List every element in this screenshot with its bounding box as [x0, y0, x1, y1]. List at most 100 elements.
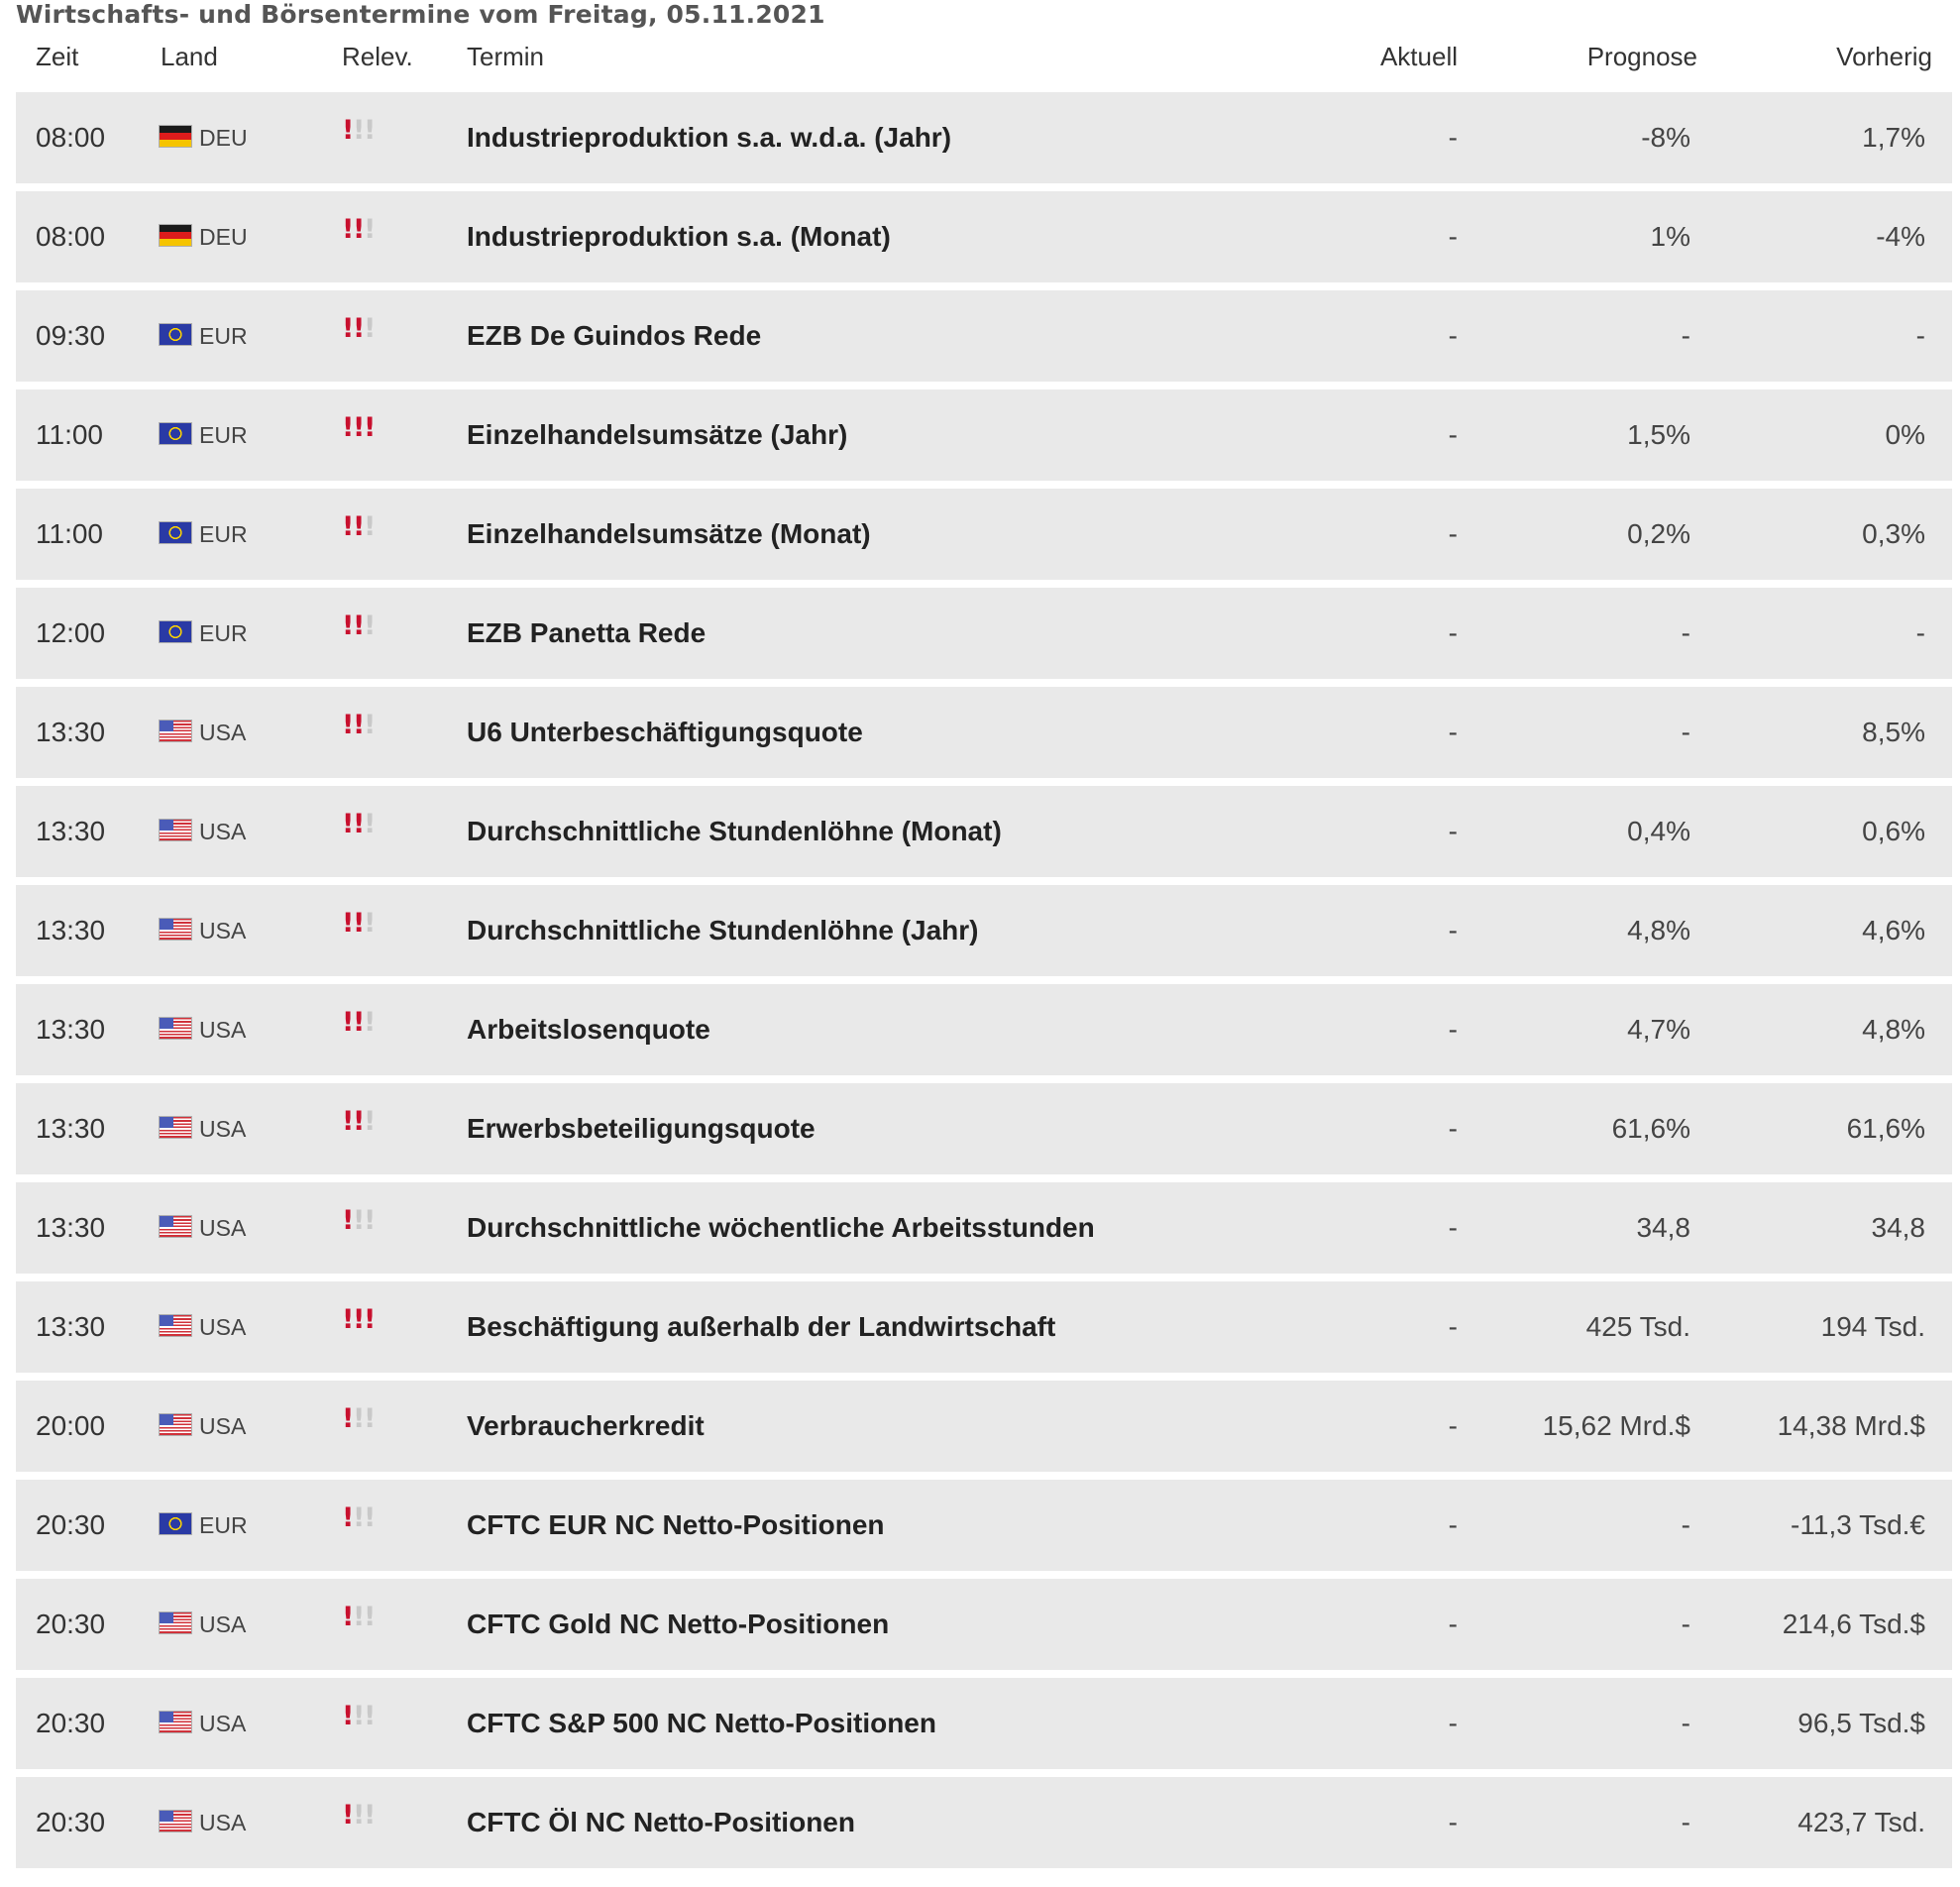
table-row[interactable]: 13:30 USA!!! Durchschnittliche Stundenlöhn… — [16, 786, 1952, 877]
value-aktuell: - — [1448, 1509, 1458, 1540]
value-prognose: -8% — [1641, 122, 1690, 153]
header-land[interactable]: Land — [161, 42, 218, 72]
header-relevance[interactable]: Relev. — [342, 42, 413, 72]
exclamation-icon: ! — [364, 412, 377, 443]
event-name[interactable]: Einzelhandelsumsätze (Jahr) — [467, 389, 847, 481]
event-name[interactable]: CFTC S&P 500 NC Netto-Positionen — [467, 1678, 936, 1769]
event-country: USA — [160, 1579, 246, 1670]
event-name[interactable]: Beschäftigung außerhalb der Landwirtscha… — [467, 1281, 1055, 1373]
value-aktuell: - — [1448, 617, 1458, 648]
table-row[interactable]: 13:30 USA!!! Erwerbsbeteiligungsquote - 61,6… — [16, 1083, 1952, 1174]
table-row[interactable]: 11:00 EUR!!! Einzelhandelsumsätze (Monat) -… — [16, 489, 1952, 580]
table-row[interactable]: 11:00 EUR!!! Einzelhandelsumsätze (Jahr) - 1… — [16, 389, 1952, 481]
table-row[interactable]: 08:00 DEU!!! Industrieproduktion s.a. (Mon… — [16, 191, 1952, 282]
event-name[interactable]: EZB De Guindos Rede — [467, 290, 761, 382]
usa-flag-icon — [160, 1018, 191, 1040]
table-row[interactable]: 13:30 USA!!! Durchschnittliche Stundenlöhn… — [16, 885, 1952, 976]
table-row[interactable]: 20:00 USA!!! Verbraucherkredit - 15,62 Mrd.$… — [16, 1381, 1952, 1472]
event-time: 13:30 — [36, 717, 106, 747]
exclamation-icon: ! — [364, 1602, 377, 1632]
event-name[interactable]: CFTC Gold NC Netto-Positionen — [467, 1579, 889, 1670]
event-name[interactable]: Industrieproduktion s.a. w.d.a. (Jahr) — [467, 92, 951, 183]
table-row[interactable]: 08:00 DEU!!! Industrieproduktion s.a. w.d.… — [16, 92, 1952, 183]
value-aktuell: - — [1448, 518, 1458, 549]
header-aktuell[interactable]: Aktuell — [1380, 42, 1458, 72]
event-name[interactable]: Durchschnittliche Stundenlöhne (Jahr) — [467, 885, 978, 976]
exclamation-icon: ! — [353, 1403, 366, 1434]
table-row[interactable]: 12:00 EUR!!! EZB Panetta Rede - - - — [16, 588, 1952, 679]
table-row[interactable]: 20:30 USA!!! CFTC S&P 500 NC Netto-Positio… — [16, 1678, 1952, 1769]
table-row[interactable]: 13:30 USA!!! Durchschnittliche wöchentlich… — [16, 1182, 1952, 1274]
event-name[interactable]: Verbraucherkredit — [467, 1381, 705, 1472]
value-vorherig: 96,5 Tsd.$ — [1797, 1708, 1925, 1738]
exclamation-icon: ! — [364, 1403, 377, 1434]
exclamation-icon: ! — [353, 511, 366, 542]
exclamation-icon: ! — [353, 115, 366, 146]
table-row[interactable]: 20:30 EUR!!! CFTC EUR NC Netto-Positionen -… — [16, 1480, 1952, 1571]
exclamation-icon: ! — [353, 412, 366, 443]
event-country: USA — [160, 885, 246, 976]
exclamation-icon: ! — [342, 809, 355, 839]
table-row[interactable]: 20:30 USA!!! CFTC Gold NC Netto-Positionen… — [16, 1579, 1952, 1670]
event-name[interactable]: Einzelhandelsumsätze (Monat) — [467, 489, 871, 580]
header-termin[interactable]: Termin — [467, 42, 544, 72]
relevance-indicator: !!! — [342, 1182, 376, 1274]
value-prognose: 4,8% — [1627, 915, 1690, 945]
event-name[interactable]: Durchschnittliche wöchentliche Arbeitsst… — [467, 1182, 1095, 1274]
table-row[interactable]: 20:30 USA!!! CFTC Öl NC Netto-Positionen - -… — [16, 1777, 1952, 1868]
eur-flag-icon — [160, 423, 191, 445]
value-vorherig: -11,3 Tsd.€ — [1791, 1509, 1925, 1540]
value-aktuell: - — [1448, 1807, 1458, 1837]
value-prognose: - — [1681, 320, 1690, 351]
exclamation-icon: ! — [364, 1701, 377, 1731]
table-row[interactable]: 13:30 USA!!! Arbeitslosenquote - 4,7% 4,8% — [16, 984, 1952, 1075]
header-prognose[interactable]: Prognose — [1587, 42, 1697, 72]
event-name[interactable]: EZB Panetta Rede — [467, 588, 706, 679]
value-aktuell: - — [1448, 1014, 1458, 1045]
exclamation-icon: ! — [342, 1800, 355, 1831]
table-row[interactable]: 13:30 USA!!! U6 Unterbeschäftigungsquote - -… — [16, 687, 1952, 778]
table-row[interactable]: 09:30 EUR!!! EZB De Guindos Rede - - - — [16, 290, 1952, 382]
event-name[interactable]: CFTC EUR NC Netto-Positionen — [467, 1480, 885, 1571]
event-time: 13:30 — [36, 1212, 106, 1243]
event-name[interactable]: Erwerbsbeteiligungsquote — [467, 1083, 816, 1174]
exclamation-icon: ! — [364, 1502, 377, 1533]
event-name[interactable]: Durchschnittliche Stundenlöhne (Monat) — [467, 786, 1002, 877]
exclamation-icon: ! — [353, 610, 366, 641]
exclamation-icon: ! — [342, 710, 355, 740]
value-vorherig: -4% — [1876, 221, 1925, 252]
event-name[interactable]: U6 Unterbeschäftigungsquote — [467, 687, 863, 778]
event-time: 08:00 — [36, 221, 106, 252]
exclamation-icon: ! — [353, 1304, 366, 1335]
eur-flag-icon — [160, 621, 191, 643]
relevance-indicator: !!! — [342, 885, 376, 976]
header-zeit[interactable]: Zeit — [36, 42, 78, 72]
event-country: DEU — [160, 191, 248, 282]
relevance-indicator: !!! — [342, 1480, 376, 1571]
event-time: 20:30 — [36, 1708, 106, 1738]
relevance-indicator: !!! — [342, 290, 376, 382]
event-name[interactable]: CFTC Öl NC Netto-Positionen — [467, 1777, 855, 1868]
event-country: USA — [160, 786, 246, 877]
country-code: USA — [199, 1711, 247, 1736]
event-country: USA — [160, 1281, 246, 1373]
country-code: DEU — [199, 224, 248, 250]
event-time: 12:00 — [36, 617, 106, 648]
exclamation-icon: ! — [364, 313, 377, 344]
value-aktuell: - — [1448, 915, 1458, 945]
value-aktuell: - — [1448, 419, 1458, 450]
country-code: EUR — [199, 521, 248, 547]
table-row[interactable]: 13:30 USA!!! Beschäftigung außerhalb der L… — [16, 1281, 1952, 1373]
usa-flag-icon — [160, 1315, 191, 1337]
event-country: EUR — [160, 1480, 248, 1571]
event-time: 08:00 — [36, 122, 106, 153]
event-name[interactable]: Arbeitslosenquote — [467, 984, 710, 1075]
country-code: USA — [199, 1810, 247, 1835]
value-prognose: - — [1681, 1708, 1690, 1738]
usa-flag-icon — [160, 721, 191, 742]
event-name[interactable]: Industrieproduktion s.a. (Monat) — [467, 191, 891, 282]
header-vorherig[interactable]: Vorherig — [1836, 42, 1932, 72]
exclamation-icon: ! — [353, 1701, 366, 1731]
value-vorherig: 0,6% — [1862, 816, 1925, 846]
exclamation-icon: ! — [353, 1106, 366, 1137]
